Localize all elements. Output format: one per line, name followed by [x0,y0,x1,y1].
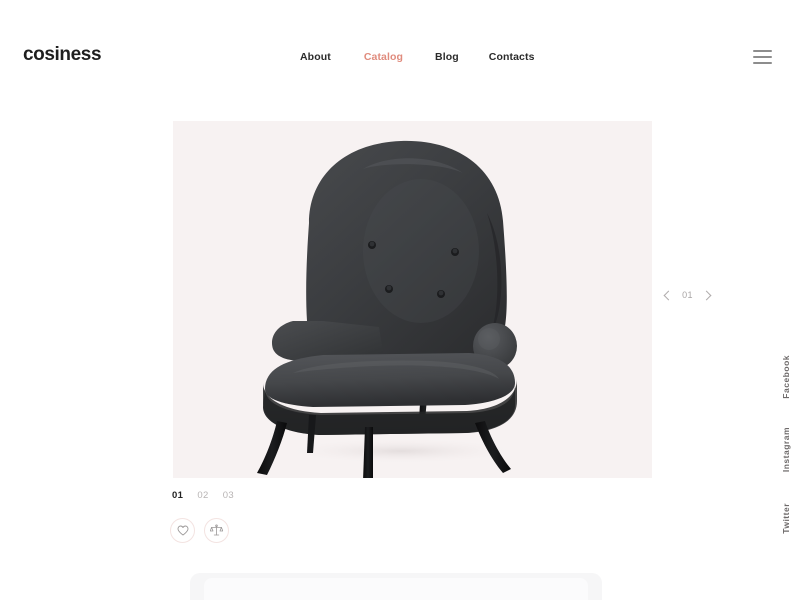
social-link-facebook[interactable]: Facebook [781,355,791,399]
hamburger-line-3 [753,61,772,64]
site-logo[interactable]: cosiness [23,45,102,64]
hamburger-menu-icon[interactable] [753,50,772,64]
nav-item-contacts[interactable]: Contacts [489,51,535,63]
next-section-peek-card-inner [204,578,588,600]
nav-item-about[interactable]: About [300,51,331,63]
compare-button[interactable] [204,518,229,543]
social-link-twitter[interactable]: Twitter [781,503,791,534]
nav-item-catalog[interactable]: Catalog [364,51,403,63]
carousel-navigation: 01 [663,290,712,300]
social-link-instagram[interactable]: Instagram [781,427,791,472]
hamburger-line-2 [753,55,772,59]
product-image-armchair [173,121,652,478]
chevron-right-icon[interactable] [703,291,712,300]
next-section-peek-card [190,573,602,600]
scales-icon [210,524,223,537]
nav-item-blog[interactable]: Blog [435,51,459,63]
product-image-stage[interactable] [173,121,652,478]
image-pagination: 01 02 03 [172,490,234,501]
main-navigation: About Catalog Blog Contacts [300,51,535,63]
carousel-current-index: 01 [682,290,693,300]
pager-item-03[interactable]: 03 [223,490,234,501]
hamburger-line-1 [753,50,772,53]
wishlist-button[interactable] [170,518,195,543]
product-actions [170,518,229,543]
pager-item-01[interactable]: 01 [172,490,183,501]
heart-icon [177,525,189,536]
site-header: cosiness About Catalog Blog Contacts [0,0,800,100]
social-links-rail: Facebook Instagram Twitter [771,355,791,555]
chevron-left-icon[interactable] [663,291,672,300]
pager-item-02[interactable]: 02 [197,490,208,501]
